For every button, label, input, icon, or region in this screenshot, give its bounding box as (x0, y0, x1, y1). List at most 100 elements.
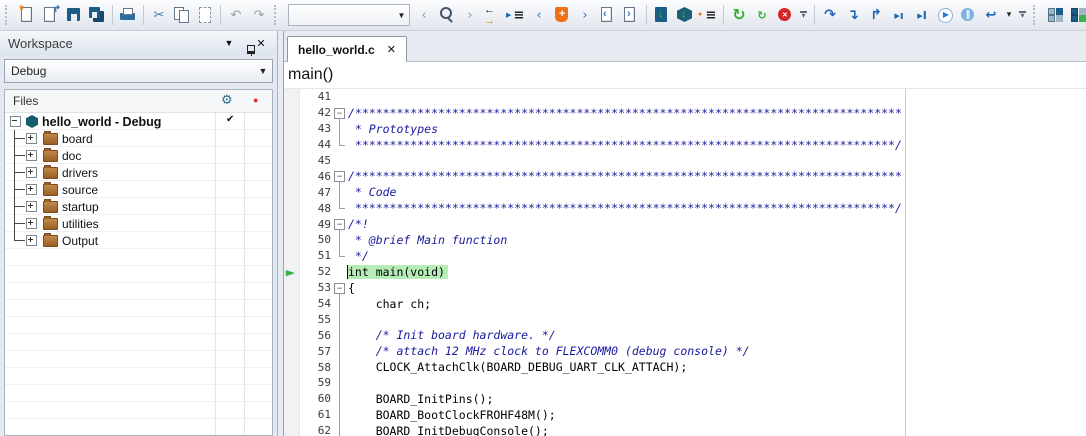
code-line-53[interactable]: 53{ (284, 280, 1086, 296)
debug-options-dropdown-button[interactable]: ▾ (1003, 4, 1015, 26)
code-line-42[interactable]: 42/*************************************… (284, 105, 1086, 121)
configuration-selector[interactable]: Debug ▼ (4, 59, 273, 83)
fold-marker-start[interactable] (331, 280, 348, 296)
settings-gear-icon[interactable]: ⚙ (221, 93, 233, 108)
code-line-62[interactable]: 62 BOARD_InitDebugConsole(); (284, 423, 1086, 436)
code-line-45[interactable]: 45 (284, 153, 1086, 169)
code-line-58[interactable]: 58 CLOCK_AttachClk(BOARD_DEBUG_UART_CLK_… (284, 359, 1086, 375)
stop-build-button[interactable] (774, 4, 796, 26)
paste-button[interactable] (194, 4, 216, 26)
fold-marker-start[interactable] (331, 105, 348, 121)
tree-item-utilities[interactable]: utilities (5, 215, 272, 232)
code-line-60[interactable]: 60 BOARD_InitPins(); (284, 391, 1086, 407)
tree-item-doc[interactable]: doc (5, 147, 272, 164)
step-out-button[interactable]: ↱ (865, 4, 887, 26)
code-line-57[interactable]: 57 /* attach 12 MHz clock to FLEXCOMM0 (… (284, 343, 1086, 359)
download-flash-button[interactable] (651, 4, 673, 26)
step-into-button[interactable]: ↴ (842, 4, 864, 26)
code-line-52[interactable]: ►52int main(void) (284, 264, 1086, 280)
reset-button[interactable]: ↩ (980, 4, 1002, 26)
code-line-50[interactable]: 50 * @brief Main function (284, 232, 1086, 248)
code-line-48[interactable]: 48 *************************************… (284, 200, 1086, 216)
fold-marker-start[interactable] (331, 216, 348, 232)
code-line-44[interactable]: 44 *************************************… (284, 137, 1086, 153)
memory-window-button[interactable] (1068, 4, 1086, 26)
code-line-43[interactable]: 43 * Prototypes (284, 121, 1086, 137)
code-line-55[interactable]: 55 (284, 311, 1086, 327)
toggle-bookmark-button[interactable] (551, 4, 573, 26)
tree-item-startup[interactable]: startup (5, 198, 272, 215)
function-list-button[interactable]: ≡ (505, 4, 527, 26)
chevron-down-icon[interactable]: ▼ (394, 11, 409, 20)
batch-build-button[interactable]: ≡ (697, 4, 719, 26)
code-editor[interactable]: 4142/***********************************… (284, 89, 1086, 436)
toolbar-overflow-button[interactable] (797, 4, 810, 26)
expand-icon[interactable] (26, 133, 37, 144)
expand-icon[interactable] (26, 201, 37, 212)
expand-icon[interactable] (26, 184, 37, 195)
find-next-button[interactable]: › (459, 4, 481, 26)
copy-button[interactable] (171, 4, 193, 26)
tree-item-source[interactable]: source (5, 181, 272, 198)
break-button[interactable]: ∥ (957, 4, 979, 26)
expand-icon[interactable] (26, 235, 37, 246)
print-button[interactable] (117, 4, 139, 26)
undo-button[interactable]: ↶ (225, 4, 247, 26)
workspace-menu-dropdown-icon[interactable]: ▼ (221, 38, 237, 48)
fold-marker-mid (331, 423, 348, 436)
code-line-59[interactable]: 59 (284, 375, 1086, 391)
previous-bookmark-button[interactable]: ‹ (528, 4, 550, 26)
navigate-backward-button[interactable] (597, 4, 619, 26)
save-button[interactable] (63, 4, 85, 26)
code-line-61[interactable]: 61 BOARD_BootClockFROHF48M(); (284, 407, 1086, 423)
toolbar-grip[interactable] (5, 5, 13, 25)
toolbar-overflow-button[interactable] (1016, 4, 1029, 26)
code-line-56[interactable]: 56 /* Init board hardware. */ (284, 327, 1086, 343)
search-combo[interactable]: ▼ (288, 4, 410, 26)
save-all-button[interactable] (86, 4, 108, 26)
function-selector-bar[interactable]: main() (284, 62, 1086, 89)
tab-hello-world-c[interactable]: hello_world.c ✕ (287, 36, 407, 62)
current-statement-arrow-icon: ► (286, 266, 294, 279)
find-previous-button[interactable]: ‹ (413, 4, 435, 26)
tab-close-icon[interactable]: ✕ (387, 43, 396, 56)
expand-icon[interactable] (26, 150, 37, 161)
registers-window-button[interactable] (1045, 4, 1067, 26)
navigate-forward-button[interactable] (620, 4, 642, 26)
tree-item-drivers[interactable]: drivers (5, 164, 272, 181)
code-line-51[interactable]: 51 */ (284, 248, 1086, 264)
code-line-47[interactable]: 47 * Code (284, 184, 1086, 200)
find-previous-icon: ‹ (421, 9, 426, 22)
workspace-close-icon[interactable]: ✕ (253, 37, 269, 50)
tree-item-project-root[interactable]: hello_world - Debug ✔ (5, 113, 272, 130)
expand-icon[interactable] (26, 218, 37, 229)
toolbar-grip[interactable] (1033, 5, 1041, 25)
toolbar-grip[interactable] (274, 5, 282, 25)
swap-arrows-button[interactable] (482, 4, 504, 26)
tree-item-output[interactable]: Output (5, 232, 272, 249)
compile-button[interactable]: ↻ (751, 4, 773, 26)
go-button[interactable]: ▶ (934, 4, 956, 26)
code-line-54[interactable]: 54 char ch; (284, 296, 1086, 312)
collapse-icon[interactable] (10, 116, 21, 127)
tree-item-board[interactable]: board (5, 130, 272, 147)
download-debug-button[interactable] (674, 4, 696, 26)
make-button[interactable]: ↻ (728, 4, 750, 26)
tree-item-label: Output (62, 234, 98, 248)
next-statement-button[interactable]: ▸ı (888, 4, 910, 26)
folder-icon (43, 201, 58, 213)
code-line-49[interactable]: 49/*! (284, 216, 1086, 232)
run-to-cursor-button[interactable]: ▸I (911, 4, 933, 26)
expand-icon[interactable] (26, 167, 37, 178)
redo-button[interactable]: ↷ (248, 4, 270, 26)
toolbar-separator (646, 5, 647, 25)
next-bookmark-button[interactable]: › (574, 4, 596, 26)
cut-button[interactable]: ✂ (148, 4, 170, 26)
search-button[interactable] (436, 4, 458, 26)
step-over-button[interactable]: ↷ (819, 4, 841, 26)
open-file-button[interactable] (40, 4, 62, 26)
code-line-46[interactable]: 46/*************************************… (284, 168, 1086, 184)
fold-marker-start[interactable] (331, 168, 348, 184)
code-line-41[interactable]: 41 (284, 89, 1086, 105)
new-document-button[interactable] (17, 4, 39, 26)
